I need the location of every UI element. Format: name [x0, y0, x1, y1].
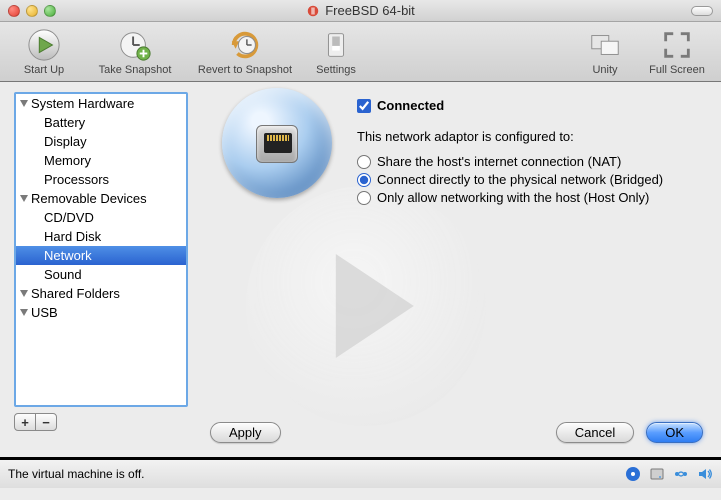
sidebar-group[interactable]: Removable Devices — [16, 189, 186, 208]
sidebar-item[interactable]: Processors — [16, 170, 186, 189]
unity-label: Unity — [592, 64, 617, 76]
sidebar-group[interactable]: USB — [16, 303, 186, 322]
disc-icon[interactable] — [625, 466, 641, 482]
app-icon — [306, 4, 320, 18]
sidebar-group-label: USB — [31, 305, 58, 320]
status-bar: The virtual machine is off. — [0, 460, 721, 488]
disclosure-triangle-icon — [20, 100, 28, 107]
network-mode-option[interactable]: Only allow networking with the host (Hos… — [357, 190, 707, 205]
main-area: System Hardware BatteryDisplayMemoryProce… — [0, 82, 721, 457]
network-mode-radio[interactable] — [357, 173, 371, 187]
sidebar-item[interactable]: CD/DVD — [16, 208, 186, 227]
disclosure-triangle-icon — [20, 309, 28, 316]
sidebar-item[interactable]: Battery — [16, 113, 186, 132]
clock-plus-icon — [118, 28, 152, 62]
fullscreen-icon — [660, 28, 694, 62]
settings-panel: Connected This network adaptor is config… — [202, 92, 707, 445]
sidebar-item[interactable]: Memory — [16, 151, 186, 170]
network-mode-option[interactable]: Connect directly to the physical network… — [357, 172, 707, 187]
disclosure-triangle-icon — [20, 195, 28, 202]
sidebar-item[interactable]: Hard Disk — [16, 227, 186, 246]
sidebar-group[interactable]: Shared Folders — [16, 284, 186, 303]
unity-button[interactable]: Unity — [569, 28, 641, 76]
take-snapshot-button[interactable]: Take Snapshot — [80, 28, 190, 76]
sidebar-item[interactable]: Sound — [16, 265, 186, 284]
network-mode-group: Share the host's internet connection (NA… — [357, 154, 707, 205]
settings-label: Settings — [316, 64, 356, 76]
network-mode-label: Share the host's internet connection (NA… — [377, 154, 621, 169]
connected-checkbox-input[interactable] — [357, 99, 371, 113]
device-sidebar[interactable]: System Hardware BatteryDisplayMemoryProce… — [14, 92, 188, 407]
disclosure-triangle-icon — [20, 290, 28, 297]
sidebar-group-label: Removable Devices — [31, 191, 147, 206]
connected-label: Connected — [377, 98, 444, 113]
revert-label: Revert to Snapshot — [198, 64, 292, 76]
status-text: The virtual machine is off. — [8, 467, 145, 481]
settings-button[interactable]: Settings — [300, 28, 372, 76]
add-button[interactable]: + — [14, 413, 36, 431]
unity-icon — [588, 28, 622, 62]
network-mode-option[interactable]: Share the host's internet connection (NA… — [357, 154, 707, 169]
sidebar-group[interactable]: System Hardware — [16, 94, 186, 113]
toolbar: Start Up Take Snapshot Revert to Snapsho… — [0, 22, 721, 82]
harddisk-icon[interactable] — [649, 466, 665, 482]
switch-icon — [319, 28, 353, 62]
config-description: This network adaptor is configured to: — [357, 129, 707, 144]
remove-button[interactable]: − — [35, 413, 57, 431]
startup-label: Start Up — [24, 64, 64, 76]
startup-button[interactable]: Start Up — [8, 28, 80, 76]
snapshot-label: Take Snapshot — [99, 64, 172, 76]
titlebar: FreeBSD 64-bit — [0, 0, 721, 22]
sidebar-item[interactable]: Network — [16, 246, 186, 265]
window-title: FreeBSD 64-bit — [325, 3, 415, 18]
sidebar-item[interactable]: Display — [16, 132, 186, 151]
fullscreen-label: Full Screen — [649, 64, 705, 76]
network-mode-radio[interactable] — [357, 155, 371, 169]
fullscreen-button[interactable]: Full Screen — [641, 28, 713, 76]
sound-icon[interactable] — [697, 466, 713, 482]
connected-checkbox[interactable]: Connected — [357, 98, 707, 113]
sidebar-group-label: System Hardware — [31, 96, 134, 111]
sidebar-group-label: Shared Folders — [31, 286, 120, 301]
clock-revert-icon — [228, 28, 262, 62]
network-mode-label: Connect directly to the physical network… — [377, 172, 663, 187]
add-remove-controls: + − — [14, 413, 188, 431]
play-icon — [27, 28, 61, 62]
network-status-icon[interactable] — [673, 466, 689, 482]
network-mode-radio[interactable] — [357, 191, 371, 205]
toolbar-toggle-icon[interactable] — [691, 6, 713, 16]
network-device-icon — [222, 88, 332, 198]
revert-snapshot-button[interactable]: Revert to Snapshot — [190, 28, 300, 76]
network-mode-label: Only allow networking with the host (Hos… — [377, 190, 649, 205]
